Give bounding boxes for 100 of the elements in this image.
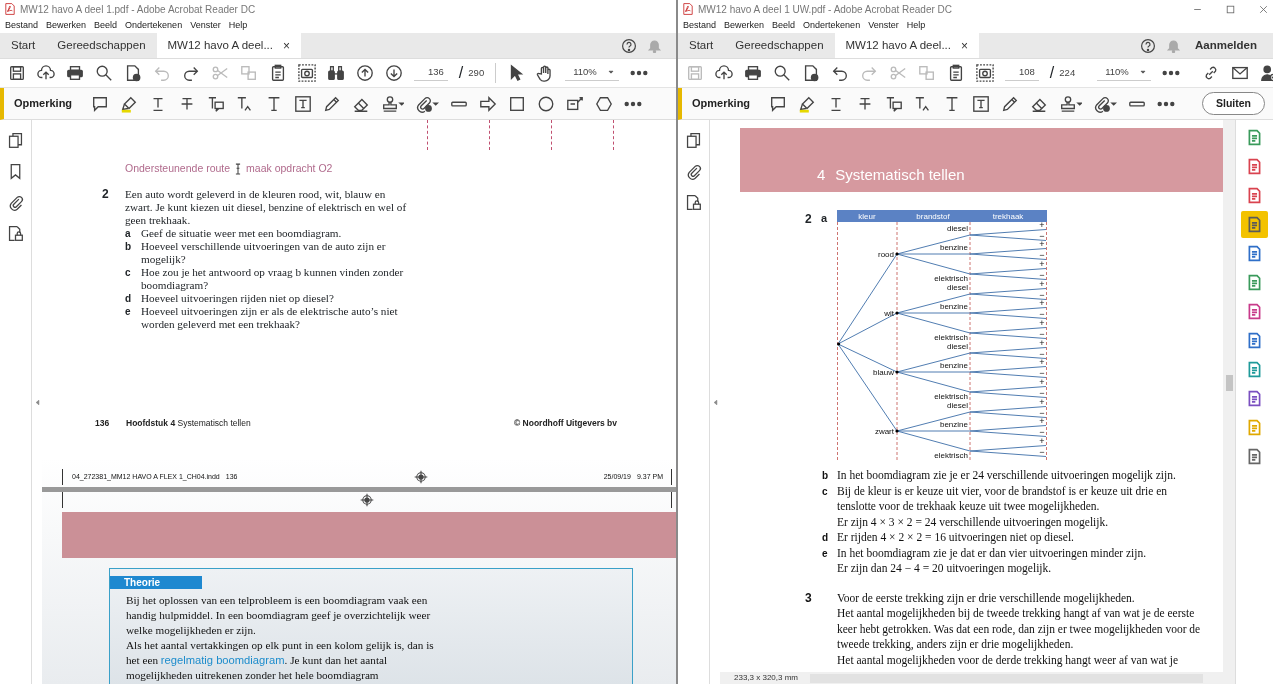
clipboard-icon[interactable]	[947, 64, 965, 82]
paperclip-icon[interactable]	[7, 194, 24, 211]
zoom-dropdown[interactable]: 110%	[1097, 64, 1151, 82]
outcome-label: −	[1039, 427, 1045, 437]
menu-item[interactable]: Venster	[190, 18, 221, 33]
tab[interactable]: MW12 havo A deel... ×	[834, 33, 980, 58]
tool-button[interactable]	[1241, 211, 1268, 238]
tab[interactable]: Gereedschappen	[724, 33, 835, 58]
callout-icon[interactable]	[565, 94, 584, 113]
menu-item[interactable]: Ondertekenen	[125, 18, 183, 33]
camera-icon[interactable]	[976, 64, 994, 82]
menu-item[interactable]: Ondertekenen	[803, 18, 861, 33]
pdf-file-icon	[682, 3, 694, 15]
search-icon[interactable]	[773, 64, 791, 82]
menu-item[interactable]: Beeld	[772, 18, 796, 33]
undo-icon[interactable]	[831, 64, 849, 82]
highlighter-icon[interactable]	[798, 94, 817, 113]
paperclip-icon[interactable]	[685, 163, 702, 180]
rectangle-icon[interactable]	[507, 94, 526, 113]
printer-icon[interactable]	[744, 64, 762, 82]
pages-icon[interactable]	[685, 132, 702, 149]
comment-icon[interactable]	[91, 94, 110, 113]
comment-icon[interactable]	[769, 94, 788, 113]
exercise-number: 2	[102, 188, 110, 203]
close-button[interactable]: Sluiten	[1202, 91, 1265, 116]
document-tool-icon[interactable]	[1246, 158, 1263, 175]
paperclip-add-icon[interactable]	[1093, 94, 1117, 113]
menu-item[interactable]: Beeld	[94, 18, 118, 33]
redo-icon[interactable]	[182, 64, 200, 82]
zoom-dropdown[interactable]: 110%	[565, 64, 619, 82]
document-tool-icon[interactable]	[1246, 332, 1263, 349]
menu-item[interactable]: Bewerken	[46, 18, 87, 33]
help-icon[interactable]	[1140, 37, 1156, 54]
document-check-icon[interactable]	[802, 64, 820, 82]
help-icon[interactable]	[621, 37, 637, 54]
page-number-field[interactable]: 136	[414, 64, 448, 82]
node-dot	[895, 370, 899, 374]
menu-item[interactable]: Venster	[868, 18, 899, 33]
cloud-upload-icon[interactable]	[37, 64, 55, 82]
sign-in-link[interactable]: Aanmelden	[1195, 36, 1257, 55]
tab-close[interactable]: ×	[961, 36, 969, 55]
fuel-label: diesel	[947, 283, 968, 292]
document-tool-icon[interactable]	[1246, 448, 1263, 465]
maximize-icon[interactable]	[1225, 3, 1236, 15]
document-tool-icon[interactable]	[1246, 361, 1263, 378]
document-tool-icon[interactable]	[1246, 390, 1263, 407]
document-tool-icon[interactable]	[1246, 187, 1263, 204]
page-number-field[interactable]: 108	[1005, 64, 1039, 82]
fuel-label: diesel	[947, 401, 968, 410]
hexagon-icon[interactable]	[594, 94, 613, 113]
document-tool-icon[interactable]	[1246, 274, 1263, 291]
cloud-upload-icon[interactable]	[715, 64, 733, 82]
clipboard-icon[interactable]	[269, 64, 287, 82]
menu-item[interactable]: Bestand	[683, 18, 717, 33]
stamp-icon[interactable]	[381, 94, 405, 113]
tab[interactable]: Start	[678, 33, 725, 58]
tab[interactable]: Start	[0, 33, 47, 58]
document-tool-icon[interactable]	[1246, 129, 1263, 146]
search-icon[interactable]	[95, 64, 113, 82]
document-lock-icon[interactable]	[7, 225, 24, 242]
document-lock-icon[interactable]	[685, 194, 702, 211]
document-tool-icon[interactable]	[1246, 216, 1263, 233]
menu-item[interactable]: Help	[228, 18, 248, 33]
arrow-icon[interactable]	[478, 94, 497, 113]
text-box-icon[interactable]	[294, 94, 313, 113]
horizontal-scrollbar[interactable]	[810, 673, 1203, 683]
tab[interactable]: Gereedschappen	[46, 33, 157, 58]
replace-text-icon[interactable]	[207, 94, 226, 113]
document-tool-icon[interactable]	[1246, 303, 1263, 320]
fuel-label: diesel	[947, 224, 968, 233]
user-add-icon[interactable]	[1259, 64, 1273, 82]
close-icon[interactable]	[1258, 3, 1269, 15]
chapter-heading: Systematisch tellen	[835, 164, 965, 185]
pencil-icon[interactable]	[1001, 94, 1020, 113]
vertical-scrollbar[interactable]	[1223, 120, 1235, 684]
printer-icon[interactable]	[66, 64, 84, 82]
camera-icon[interactable]	[298, 64, 316, 82]
tab-close[interactable]: ×	[283, 36, 291, 55]
up-arrow-circle-icon[interactable]	[356, 64, 374, 82]
outcome-label: −	[1039, 309, 1045, 319]
paperclip-add-icon[interactable]	[415, 94, 439, 113]
menu-item[interactable]: Bewerken	[724, 18, 765, 33]
pencil-icon[interactable]	[323, 94, 342, 113]
replace-text-icon[interactable]	[885, 94, 904, 113]
document-tool-icon[interactable]	[1246, 245, 1263, 262]
item-text: Hoeveel verschillende uitvoeringen van de auto zijn er mogelijk?	[141, 240, 387, 266]
binoculars-icon[interactable]	[327, 64, 345, 82]
document-check-icon[interactable]	[124, 64, 142, 82]
menu-item[interactable]: Help	[906, 18, 926, 33]
text-box-icon[interactable]	[972, 94, 991, 113]
save-icon[interactable]	[8, 64, 26, 82]
highlighter-icon[interactable]	[120, 94, 139, 113]
stamp-icon[interactable]	[1059, 94, 1083, 113]
circle-icon[interactable]	[536, 94, 555, 113]
tab[interactable]: MW12 havo A deel... ×	[156, 33, 302, 58]
down-arrow-circle-icon[interactable]	[385, 64, 403, 82]
mail-icon[interactable]	[1230, 64, 1249, 82]
page-separator-slash: /	[458, 63, 464, 83]
menu-item[interactable]: Bestand	[5, 18, 39, 33]
pages-icon[interactable]	[7, 132, 24, 149]
